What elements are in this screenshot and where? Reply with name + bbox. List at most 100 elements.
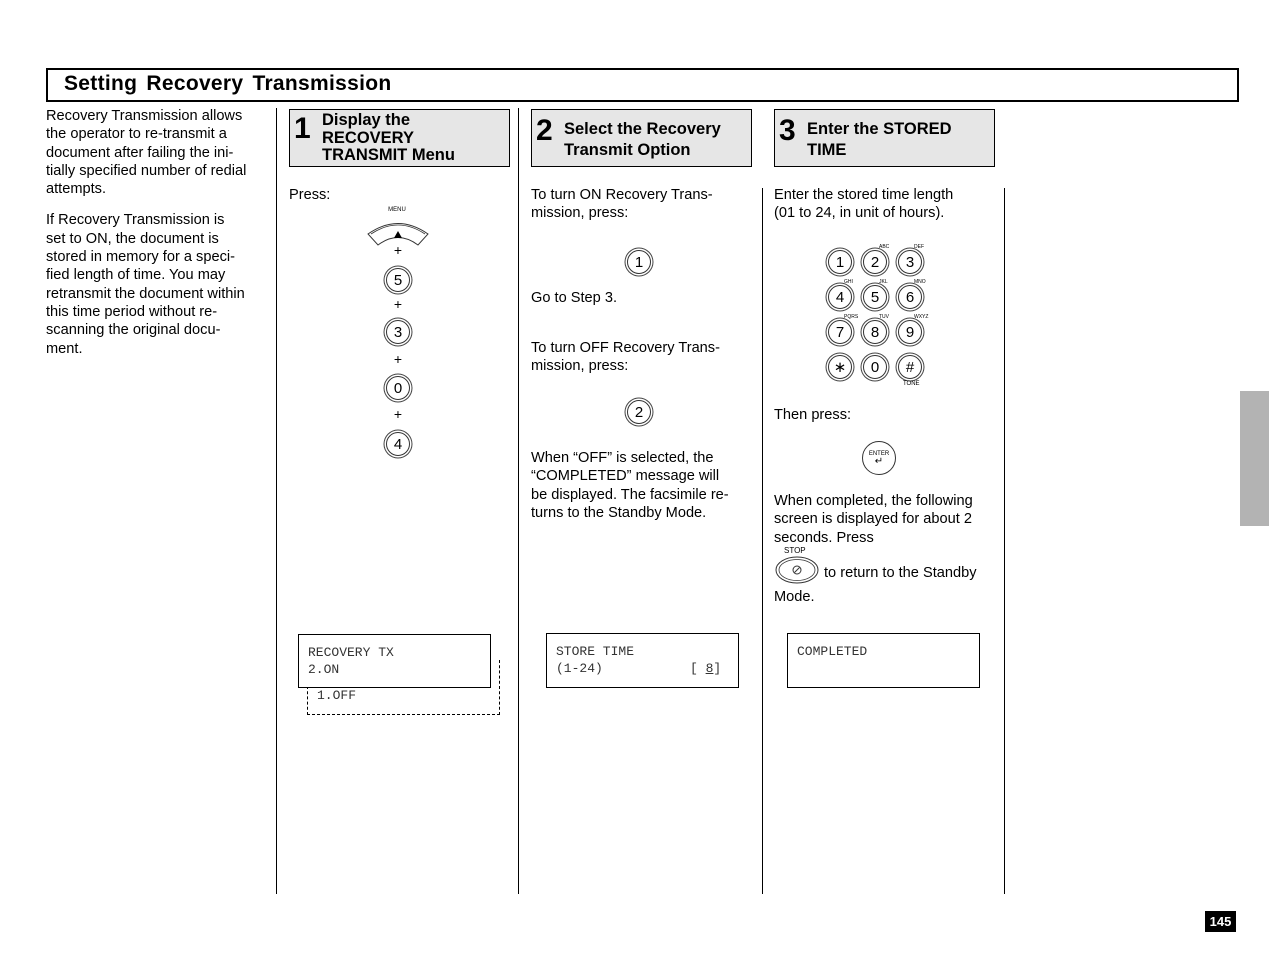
stop-instruction: to return to the Standby	[824, 565, 977, 581]
menu-key[interactable]: MENU	[366, 207, 430, 247]
text-line: When completed, the following	[774, 493, 973, 509]
keypad-key-star[interactable]: ∗	[828, 355, 852, 379]
stored-time-instruction: Enter the stored time length (01 to 24, …	[774, 186, 953, 223]
key-5[interactable]: 5	[386, 268, 410, 292]
text-line: scanning the original docu-	[46, 322, 221, 339]
numeric-keypad: 1 2 ABC 3 DEF 4 GHI 5 JKL 6 MNO 7 PQRS 8 TUV 9 WXYZ ∗ 0 #	[828, 242, 938, 392]
text-line: When “OFF” is selected, the	[531, 450, 714, 466]
keypad-key-5[interactable]: 5	[863, 285, 887, 309]
text-line: mission, press:	[531, 358, 629, 375]
press-label: Press:	[289, 187, 331, 203]
then-press-label: Then press:	[774, 407, 852, 423]
text-line: If Recovery Transmission is	[46, 212, 225, 229]
tone-label: TONE	[903, 381, 920, 387]
lcd-option-off: 1.OFF	[317, 688, 357, 703]
text-line: Enter the stored time length	[774, 187, 954, 203]
text-line: tially specified number of redial	[46, 162, 247, 179]
text-line: mission, press:	[531, 205, 629, 222]
title-line: TIME	[807, 141, 847, 159]
text-line: ment.	[46, 340, 83, 357]
keypad-key-3[interactable]: 3	[898, 250, 922, 274]
lcd-display-recovery-tx: RECOVERY TX 2.ON	[298, 634, 491, 688]
keypad-key-9[interactable]: 9	[898, 320, 922, 344]
lcd-display-store-time: STORE TIME (1-24) [ 8]	[546, 633, 739, 688]
chapter-tab-marker	[1240, 391, 1269, 526]
title-line: Select the Recovery	[564, 120, 721, 138]
menu-key-label: MENU	[388, 207, 406, 213]
keypad-key-4[interactable]: 4	[828, 285, 852, 309]
title-line: Transmit Option	[564, 141, 691, 159]
text-line: be displayed. The facsimile re-	[531, 486, 729, 503]
column-divider	[518, 108, 519, 894]
text-line: stored in memory for a speci-	[46, 249, 235, 266]
stop-key[interactable]	[775, 556, 819, 584]
step-3-header: 3 Enter the STORED TIME	[774, 109, 995, 167]
step-number: 3	[779, 114, 796, 147]
text-line: To turn ON Recovery Trans-	[531, 187, 713, 203]
text-line: turns to the Standby Mode.	[531, 504, 707, 521]
keypad-key-2[interactable]: 2	[863, 250, 887, 274]
keypad-key-1[interactable]: 1	[828, 250, 852, 274]
enter-key[interactable]: ENTER ↵	[862, 441, 896, 475]
text-line: set to ON, the document is	[46, 230, 219, 247]
keypad-key-8[interactable]: 8	[863, 320, 887, 344]
keypad-letters: TUV	[879, 314, 889, 320]
keypad-key-6[interactable]: 6	[898, 285, 922, 309]
step-1-header: 1 Display the RECOVERY TRANSMIT Menu	[289, 109, 510, 167]
text-line: seconds. Press	[774, 529, 874, 546]
keypad-letters: GHI	[844, 279, 853, 285]
title-line: Display the	[322, 111, 411, 129]
go-to-step-3: Go to Step 3.	[531, 290, 617, 306]
column-divider	[762, 188, 763, 894]
plus-sign: +	[393, 242, 403, 258]
step-2-header: 2 Select the Recovery Transmit Option	[531, 109, 752, 167]
key-0[interactable]: 0	[386, 376, 410, 400]
turn-off-instruction: To turn OFF Recovery Trans- mission, pre…	[531, 339, 720, 376]
text-line: document after failing the ini-	[46, 144, 234, 161]
keypad-letters: PQRS	[844, 314, 859, 320]
plus-sign: +	[393, 296, 403, 312]
keypad-key-0[interactable]: 0	[863, 355, 887, 379]
key-4[interactable]: 4	[386, 432, 410, 456]
text-line: screen is displayed for about 2	[774, 511, 972, 528]
step-title: Display the RECOVERY TRANSMIT Menu	[322, 111, 455, 165]
text-line: retransmit the document within	[46, 285, 245, 302]
keypad-key-hash[interactable]: #	[898, 355, 922, 379]
stop-instruction-end: Mode.	[774, 589, 815, 605]
page-title: Setting Recovery Transmission	[64, 72, 392, 95]
text-line: (01 to 24, in unit of hours).	[774, 205, 945, 222]
bracket: ]	[713, 661, 722, 676]
step-number: 2	[536, 114, 553, 147]
title-line: RECOVERY	[322, 128, 414, 147]
text-line: To turn OFF Recovery Trans-	[531, 340, 720, 356]
off-note: When “OFF” is selected, the “COMPLETED” …	[531, 449, 729, 522]
page-number: 145	[1205, 911, 1236, 932]
key-1[interactable]: 1	[627, 250, 651, 274]
section-title-box: Setting Recovery Transmission	[46, 68, 1239, 102]
completed-instruction: When completed, the following screen is …	[774, 492, 973, 547]
title-line: Enter the STORED	[807, 120, 952, 138]
step-title: Select the Recovery Transmit Option	[564, 119, 721, 161]
turn-on-instruction: To turn ON Recovery Trans- mission, pres…	[531, 186, 713, 223]
step-number: 1	[294, 112, 311, 145]
keypad-letters: ABC	[879, 244, 890, 250]
intro-paragraph-2: If Recovery Transmission is set to ON, t…	[46, 211, 271, 357]
stop-key-icon	[775, 556, 819, 584]
keypad-letters: WXYZ	[914, 314, 929, 320]
text-line: “COMPLETED” message will	[531, 468, 720, 485]
lcd-value-field: [ 8]	[690, 660, 721, 677]
plus-sign: +	[393, 351, 403, 367]
text-line: Recovery Transmission allows	[46, 108, 243, 124]
intro-text: Recovery Transmission allows the operato…	[46, 107, 271, 371]
column-divider	[276, 108, 277, 894]
key-2[interactable]: 2	[627, 400, 651, 424]
lcd-line-1: STORE TIME	[556, 644, 635, 659]
keypad-letters: JKL	[879, 279, 888, 285]
text-line: fied length of time. You may	[46, 267, 226, 284]
enter-return-icon: ↵	[874, 455, 884, 467]
lcd-line-1: COMPLETED	[797, 644, 868, 659]
lcd-range: (1-24)	[556, 661, 603, 676]
keypad-key-7[interactable]: 7	[828, 320, 852, 344]
lcd-line-1: RECOVERY TX	[308, 645, 394, 660]
key-3[interactable]: 3	[386, 320, 410, 344]
